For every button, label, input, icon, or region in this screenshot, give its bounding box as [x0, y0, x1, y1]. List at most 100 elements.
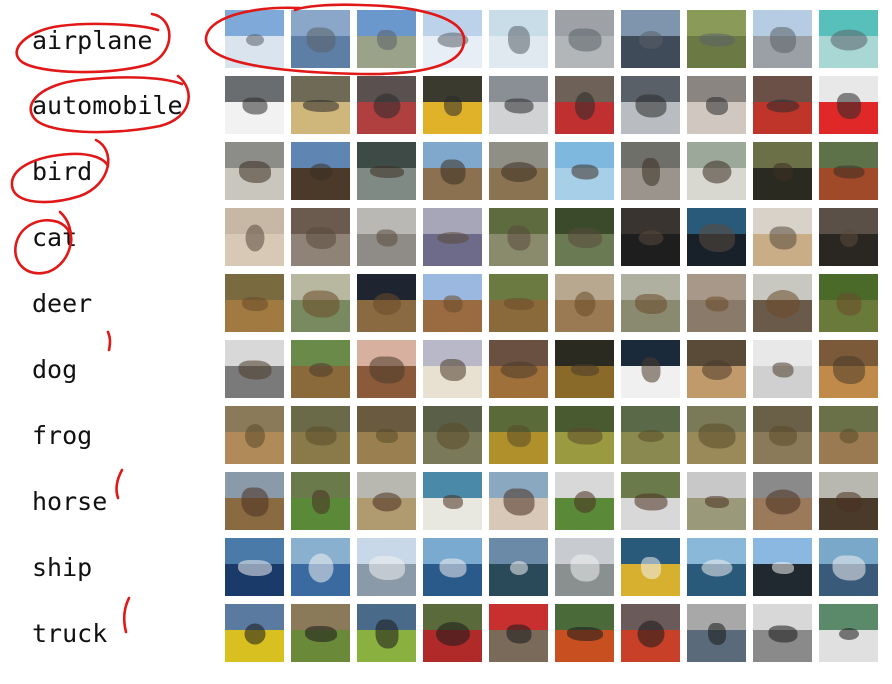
thumbnail-ship: [687, 538, 746, 596]
thumbnail-subject: [640, 557, 661, 580]
thumbnail-subject: [641, 357, 660, 383]
thumbnail-subject: [439, 359, 466, 382]
thumbnail-cat: [621, 208, 680, 266]
thumbnail-subject: [305, 227, 336, 250]
thumbnail-frog: [555, 406, 614, 464]
thumbnail-cat: [753, 208, 812, 266]
thumbnail-cat: [225, 208, 284, 266]
thumbnail-frog: [291, 406, 350, 464]
thumbnail-subject: [570, 364, 599, 377]
thumbnail-subject: [241, 297, 268, 312]
thumbnail-horse: [489, 472, 548, 530]
thumbnail-ship: [225, 538, 284, 596]
thumbnail-dog: [687, 340, 746, 398]
thumbnail-automobile: [225, 76, 284, 134]
thumbnail-subject: [309, 163, 332, 181]
ink-tick-dog: [106, 330, 112, 352]
thumbnail-truck: [357, 604, 416, 662]
thumbnail-subject: [638, 230, 663, 246]
thumbnail-subject: [442, 495, 463, 510]
thumbnail-subject: [839, 229, 858, 248]
thumbnail-subject: [567, 427, 602, 445]
thumbnail-subject: [500, 361, 537, 379]
thumbnail-cat: [687, 208, 746, 266]
thumbnail-bird: [225, 142, 284, 200]
thumbnail-subject: [641, 158, 660, 187]
thumbnail-ship: [819, 538, 878, 596]
thumbnail-deer: [423, 274, 482, 332]
thumbnail-dog: [621, 340, 680, 398]
thumbnail-subject: [832, 356, 865, 385]
thumbnail-subject: [838, 628, 859, 641]
thumbnail-deer: [357, 274, 416, 332]
thumbnail-subject: [707, 623, 726, 646]
thumbnail-horse: [555, 472, 614, 530]
thumbnail-subject: [507, 26, 530, 55]
thumbnail-automobile: [291, 76, 350, 134]
thumbnail-subject: [436, 232, 469, 245]
thumbnail-bird: [489, 142, 548, 200]
thumbnail-deer: [819, 274, 878, 332]
thumbnail-subject: [311, 490, 330, 515]
thumbnail-subject: [705, 296, 728, 312]
thumbnail-subject: [376, 30, 397, 51]
thumbnail-bird: [291, 142, 350, 200]
thumbnail-airplane: [753, 10, 812, 68]
class-label-dog: dog: [32, 355, 78, 384]
ink-tick-truck: [123, 596, 131, 634]
thumbnail-truck: [555, 604, 614, 662]
thumbnail-automobile: [687, 76, 746, 134]
thumbnail-subject: [373, 93, 400, 119]
thumbnail-frog: [357, 406, 416, 464]
thumbnail-bird: [357, 142, 416, 200]
thumbnail-automobile: [423, 76, 482, 134]
thumbnail-subject: [509, 561, 528, 576]
thumbnail-subject: [705, 97, 728, 116]
thumbnail-horse: [753, 472, 812, 530]
thumbnail-airplane: [357, 10, 416, 68]
thumbnail-ship: [291, 538, 350, 596]
thumbnail-subject: [302, 100, 339, 113]
thumbnail-deer: [555, 274, 614, 332]
thumbnail-truck: [225, 604, 284, 662]
thumbnail-subject: [701, 559, 732, 577]
thumbnail-ship: [555, 538, 614, 596]
thumbnail-bird: [753, 142, 812, 200]
thumbnail-frog: [753, 406, 812, 464]
thumbnail-subject: [306, 27, 335, 53]
thumbnail-subject: [238, 161, 271, 184]
thumbnail-subject: [506, 624, 531, 644]
thumbnail-automobile: [489, 76, 548, 134]
thumbnail-subject: [637, 430, 664, 443]
thumbnail-subject: [702, 160, 731, 184]
thumbnail-subject: [440, 159, 465, 185]
thumbnail-subject: [574, 291, 595, 317]
ink-tick-horse: [115, 468, 124, 500]
thumbnail-bird: [819, 142, 878, 200]
thumbnail-dog: [225, 340, 284, 398]
thumbnail-deer: [291, 274, 350, 332]
thumbnail-frog: [489, 406, 548, 464]
thumbnail-truck: [423, 604, 482, 662]
thumbnail-subject: [698, 224, 735, 253]
thumbnail-subject: [372, 293, 401, 316]
thumbnail-automobile: [819, 76, 878, 134]
thumbnail-subject: [836, 292, 861, 316]
thumbnail-subject: [769, 27, 796, 54]
thumbnail-truck: [291, 604, 350, 662]
thumbnail-subject: [506, 425, 531, 448]
thumbnail-subject: [768, 426, 797, 447]
thumbnail-subject: [238, 360, 271, 380]
thumbnail-bird: [621, 142, 680, 200]
thumbnail-truck: [687, 604, 746, 662]
thumbnail-ship: [423, 538, 482, 596]
thumbnail-subject: [369, 166, 404, 179]
thumbnail-horse: [291, 472, 350, 530]
thumbnail-horse: [423, 472, 482, 530]
thumbnail-cat: [489, 208, 548, 266]
thumbnail-subject: [436, 422, 469, 450]
thumbnail-dog: [423, 340, 482, 398]
thumbnail-subject: [245, 224, 264, 252]
thumbnail-subject: [699, 33, 734, 47]
thumbnail-subject: [638, 31, 663, 50]
